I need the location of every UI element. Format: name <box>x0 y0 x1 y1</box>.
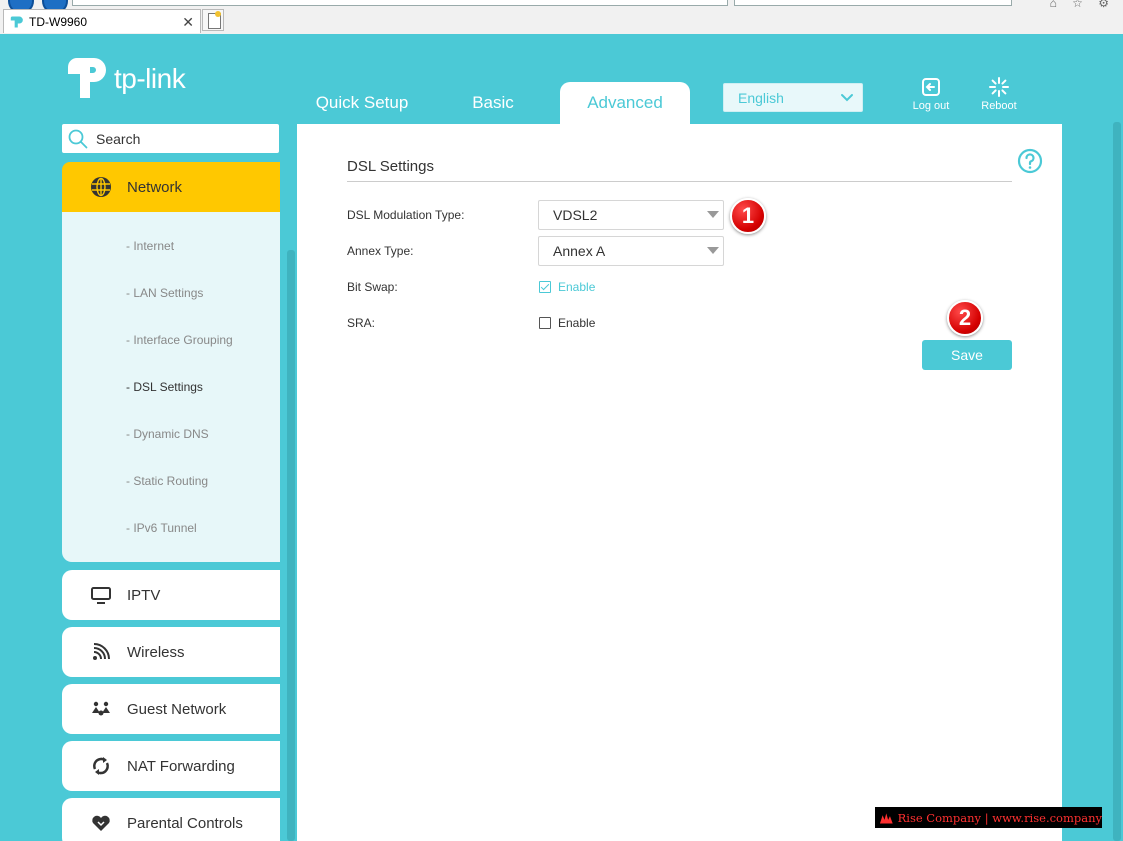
sidebar-item-wireless-label: Wireless <box>127 643 185 661</box>
browser-toolbar-icons[interactable]: ⌂ ☆ ⚙ <box>1050 0 1115 10</box>
tp-link-favicon-icon <box>10 16 23 27</box>
heart-icon <box>92 815 110 831</box>
sra-label: SRA: <box>347 316 376 330</box>
caret-down-icon <box>707 211 719 218</box>
submenu-lan-settings[interactable]: - LAN Settings <box>126 286 203 300</box>
annex-type-select[interactable]: Annex A <box>538 236 724 266</box>
browser-chrome: ⌂ ☆ ⚙ TD-W9960 ✕ <box>0 0 1123 34</box>
search-icon <box>68 129 88 148</box>
watermark-text: Rise Company | www.rise.company <box>897 810 1102 825</box>
save-button[interactable]: Save <box>922 340 1012 370</box>
language-select[interactable]: English <box>723 83 863 112</box>
reboot-icon <box>989 77 1009 97</box>
submenu-interface-grouping[interactable]: - Interface Grouping <box>126 333 233 347</box>
globe-icon <box>91 177 111 197</box>
sidebar-item-parental-controls-label: Parental Controls <box>127 814 243 832</box>
sidebar-item-nat-forwarding[interactable]: NAT Forwarding <box>62 741 280 791</box>
chevron-down-icon <box>841 94 853 102</box>
tp-link-logo-icon <box>68 58 106 98</box>
sidebar-item-network[interactable]: Network <box>62 162 280 212</box>
checkbox-checked-icon <box>539 281 551 293</box>
caret-down-icon <box>707 247 719 254</box>
browser-tab-title: TD-W9960 <box>29 14 88 29</box>
sidebar-item-parental-controls[interactable]: Parental Controls <box>62 798 280 841</box>
nat-forwarding-icon <box>93 757 109 775</box>
watermark-banner: Rise Company | www.rise.company <box>875 807 1102 828</box>
sidebar-item-network-label: Network <box>127 178 183 196</box>
address-bar[interactable] <box>72 0 728 6</box>
tab-quick-setup[interactable]: Quick Setup <box>306 82 418 124</box>
monitor-icon <box>91 587 111 604</box>
page-scrollbar[interactable] <box>1113 122 1121 841</box>
help-icon[interactable] <box>1017 148 1043 174</box>
checkbox-unchecked-icon <box>539 317 551 329</box>
annex-type-value: Annex A <box>553 243 606 259</box>
tab-advanced[interactable]: Advanced <box>560 82 690 124</box>
sidebar-search[interactable] <box>62 124 279 153</box>
submenu-internet[interactable]: - Internet <box>126 239 174 253</box>
logout-button[interactable]: Log out <box>903 76 959 116</box>
language-value: English <box>738 89 784 106</box>
sidebar-item-iptv[interactable]: IPTV <box>62 570 280 620</box>
page-title: DSL Settings <box>347 158 434 175</box>
submenu-dsl-settings[interactable]: - DSL Settings <box>126 380 203 394</box>
tab-quick-setup-label: Quick Setup <box>315 93 409 112</box>
logout-icon <box>922 78 940 96</box>
step-marker-1: 1 <box>730 198 766 234</box>
new-tab-button[interactable] <box>202 9 224 31</box>
tp-link-logo: tp-link <box>62 54 186 104</box>
tab-advanced-label: Advanced <box>587 93 663 112</box>
wifi-icon <box>93 643 110 660</box>
submenu-static-routing[interactable]: - Static Routing <box>126 474 208 488</box>
sidebar-item-wireless[interactable]: Wireless <box>62 627 280 677</box>
rise-company-logo-icon <box>879 812 893 823</box>
tab-basic[interactable]: Basic <box>452 82 534 124</box>
browser-tab[interactable]: TD-W9960 ✕ <box>3 9 201 33</box>
sra-checkbox[interactable]: Enable <box>539 316 595 330</box>
step-marker-1-number: 1 <box>741 203 755 228</box>
submenu-ipv6-tunnel[interactable]: - IPv6 Tunnel <box>126 521 197 535</box>
bit-swap-label: Bit Swap: <box>347 280 398 294</box>
reboot-button[interactable]: Reboot <box>971 76 1027 116</box>
sidebar-item-guest-network-label: Guest Network <box>127 700 227 718</box>
logout-label: Log out <box>912 100 950 112</box>
network-submenu: - Internet - LAN Settings - Interface Gr… <box>62 212 280 562</box>
sra-option-label: Enable <box>558 316 596 330</box>
sidebar-item-iptv-label: IPTV <box>127 586 161 604</box>
modulation-type-label: DSL Modulation Type: <box>347 208 465 222</box>
step-marker-2: 2 <box>947 300 983 336</box>
modulation-type-value: VDSL2 <box>553 207 598 223</box>
brand-name: tp-link <box>114 63 186 94</box>
browser-search-box[interactable] <box>734 0 1012 6</box>
sidebar-item-nat-forwarding-label: NAT Forwarding <box>127 757 235 775</box>
dsl-settings-panel: DSL Settings DSL Modulation Type: VDSL2 … <box>297 124 1062 841</box>
reboot-label: Reboot <box>981 100 1017 112</box>
tab-basic-label: Basic <box>472 93 514 112</box>
step-marker-2-number: 2 <box>958 305 972 330</box>
search-input[interactable] <box>96 130 266 147</box>
annex-type-label: Annex Type: <box>347 244 414 258</box>
bit-swap-option-label: Enable <box>558 280 596 294</box>
bit-swap-checkbox[interactable]: Enable <box>539 280 595 294</box>
modulation-type-select[interactable]: VDSL2 <box>538 200 724 230</box>
guest-network-icon <box>92 701 110 716</box>
title-divider <box>347 181 1012 182</box>
sidebar-scrollbar[interactable] <box>287 250 295 841</box>
close-tab-icon[interactable]: ✕ <box>182 14 194 31</box>
sidebar-item-guest-network[interactable]: Guest Network <box>62 684 280 734</box>
submenu-dynamic-dns[interactable]: - Dynamic DNS <box>126 427 209 441</box>
